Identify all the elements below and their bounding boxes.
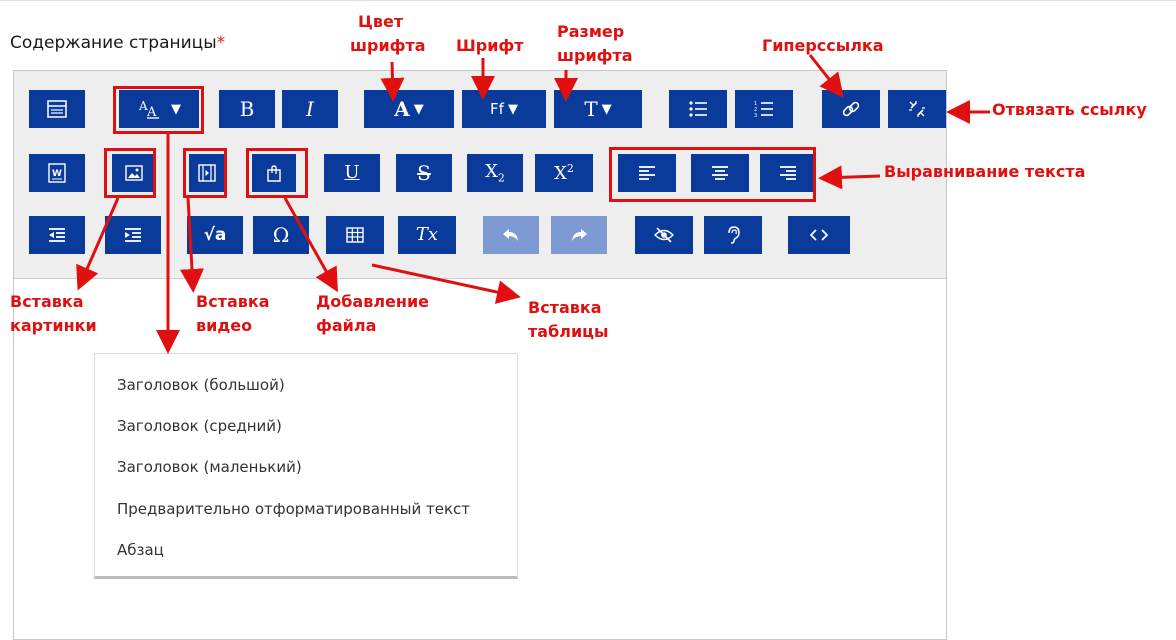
annotation-add-file-line2: файла	[316, 316, 377, 335]
annotation-font-color-line1: Цвет	[358, 12, 404, 31]
arrow-font-color	[380, 61, 405, 102]
annotation-font-color: Цвет шрифта	[350, 10, 426, 58]
annotation-insert-image-line2: картинки	[10, 316, 97, 335]
annotation-unlink: Отвязать ссылку	[992, 100, 1147, 119]
annotation-insert-image: Вставка картинки	[10, 290, 97, 338]
annotation-font: Шрифт	[456, 36, 524, 55]
annotation-font-size-line2: шрифта	[557, 46, 633, 65]
annotation-font-color-line2: шрифта	[350, 36, 426, 55]
annotation-insert-table-line2: таблицы	[528, 322, 609, 341]
annotation-add-file: Добавление файла	[316, 290, 429, 338]
annotation-insert-table: Вставка таблицы	[528, 296, 609, 344]
arrow-hyperlink	[808, 54, 844, 98]
annotation-insert-video-line1: Вставка	[196, 292, 270, 311]
annotation-alignment: Выравнивание текста	[884, 162, 1086, 181]
arrow-add-file	[283, 197, 338, 293]
arrow-insert-image	[76, 197, 120, 291]
annotation-insert-table-line1: Вставка	[528, 298, 602, 317]
arrow-insert-video	[180, 197, 204, 293]
annotation-insert-video-line2: видео	[196, 316, 253, 335]
arrow-alignment	[818, 165, 881, 190]
annotation-insert-image-line1: Вставка	[10, 292, 84, 311]
annotation-insert-video: Вставка видео	[196, 290, 270, 338]
annotation-font-size-line1: Размер	[557, 22, 625, 41]
annotation-hyperlink: Гиперссылка	[762, 36, 884, 55]
annotation-add-file-line1: Добавление	[316, 292, 430, 311]
annotation-font-size: Размер шрифта	[557, 20, 633, 68]
